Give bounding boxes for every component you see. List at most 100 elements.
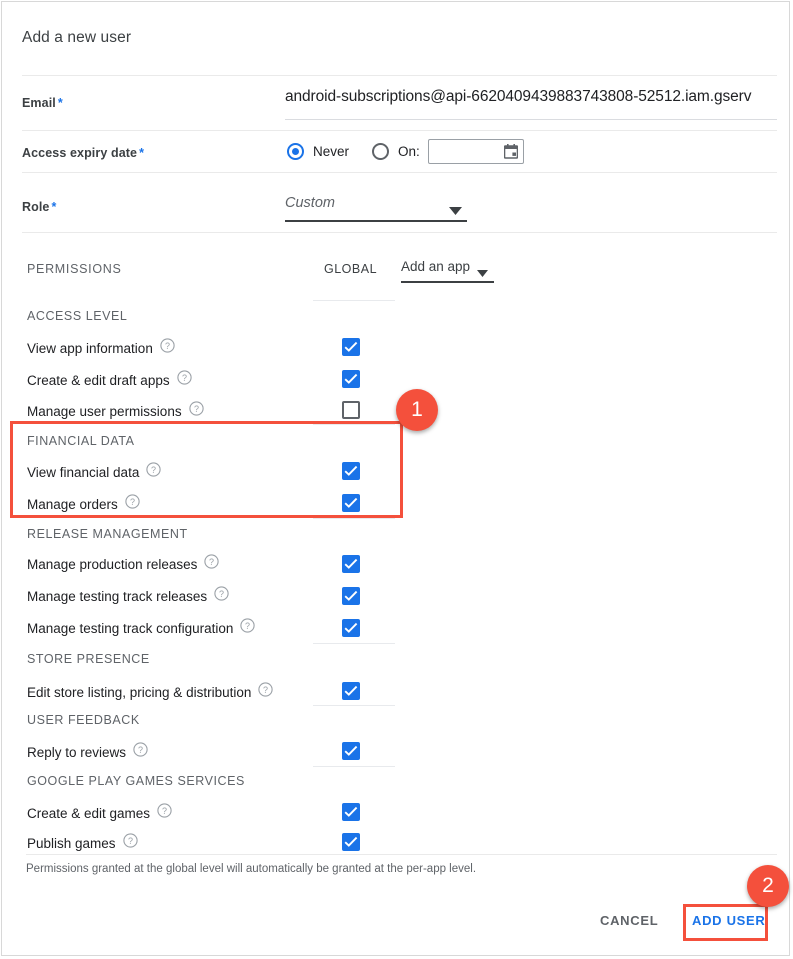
email-input[interactable]: android-subscriptions@api-66204094398837… <box>285 88 785 116</box>
help-circle-icon[interactable]: ? <box>240 618 256 638</box>
radio-never-label: Never <box>313 144 350 159</box>
checkbox-manage-testing-track-configuration[interactable] <box>342 619 360 637</box>
permission-label: Create & edit games <box>27 805 151 821</box>
help-circle-icon[interactable]: ? <box>176 370 192 390</box>
help-circle-icon[interactable]: ? <box>122 833 138 853</box>
radio-on-label: On: <box>398 144 420 159</box>
divider-role <box>22 232 777 233</box>
role-label-text: Role <box>22 200 50 214</box>
help-circle-icon[interactable]: ? <box>125 494 140 514</box>
cancel-button[interactable]: CANCEL <box>600 913 658 928</box>
chevron-down-icon <box>449 202 462 220</box>
section-caption-store-presence: STORE PRESENCE <box>27 652 150 666</box>
add-user-button[interactable]: ADD USER <box>692 913 766 928</box>
svg-text:?: ? <box>194 404 199 414</box>
divider-email <box>22 130 777 131</box>
permission-row[interactable]: Create & edit draft apps ? <box>27 370 192 390</box>
checkbox-view-app-information[interactable] <box>342 338 360 356</box>
checkbox-manage-orders[interactable] <box>342 494 360 512</box>
column-divider-feedback <box>313 705 395 706</box>
permissions-header: PERMISSIONS <box>27 262 122 276</box>
help-circle-icon[interactable]: ? <box>258 682 274 702</box>
svg-text:?: ? <box>138 745 143 755</box>
access-expiry-label-text: Access expiry date <box>22 146 138 160</box>
permission-row[interactable]: Manage testing track releases ? <box>27 586 229 606</box>
help-circle-icon[interactable]: ? <box>214 586 229 606</box>
add-an-app-label: Add an app <box>401 259 471 274</box>
access-expiry-label: Access expiry date * <box>22 146 144 160</box>
permission-row[interactable]: Manage testing track configuration ? <box>27 618 256 638</box>
permission-label: Edit store listing, pricing & distributi… <box>27 684 252 700</box>
checkbox-manage-user-permissions[interactable] <box>342 401 360 419</box>
help-circle-icon[interactable]: ? <box>157 803 172 823</box>
checkbox-manage-production-releases[interactable] <box>342 555 360 573</box>
permission-row[interactable]: Manage user permissions ? <box>27 401 204 421</box>
svg-text:?: ? <box>151 465 156 475</box>
expiry-date-input[interactable] <box>428 139 524 164</box>
permission-row[interactable]: Publish games ? <box>27 833 138 853</box>
role-selected-value: Custom <box>285 195 335 211</box>
checkbox-reply-to-reviews[interactable] <box>342 742 360 760</box>
column-divider-financial <box>313 424 395 425</box>
checkbox-edit-store-listing[interactable] <box>342 682 360 700</box>
permission-label: Create & edit draft apps <box>27 372 170 388</box>
permission-label: Manage orders <box>27 496 118 512</box>
add-an-app-dropdown[interactable]: Add an app <box>401 258 488 277</box>
permission-label: Reply to reviews <box>27 744 127 760</box>
checkbox-publish-games[interactable] <box>342 833 360 851</box>
svg-text:?: ? <box>182 373 187 383</box>
permission-row[interactable]: Manage production releases ? <box>27 554 220 574</box>
help-circle-icon[interactable]: ? <box>160 338 175 358</box>
permission-label: Manage user permissions <box>27 403 182 419</box>
permission-row[interactable]: View financial data ? <box>27 462 161 482</box>
svg-text:?: ? <box>219 589 224 599</box>
permission-label: Manage testing track releases <box>27 588 208 604</box>
section-caption-google-play-games-services: GOOGLE PLAY GAMES SERVICES <box>27 774 245 788</box>
help-circle-icon[interactable]: ? <box>204 554 220 574</box>
help-circle-icon[interactable]: ? <box>188 401 204 421</box>
permission-label: Publish games <box>27 835 116 851</box>
checkbox-create-edit-games[interactable] <box>342 803 360 821</box>
radio-on[interactable]: On: <box>372 143 420 160</box>
role-select[interactable]: Custom <box>285 195 467 221</box>
role-label: Role * <box>22 200 56 214</box>
permissions-footnote: Permissions granted at the global level … <box>26 863 477 875</box>
help-circle-icon[interactable]: ? <box>146 462 161 482</box>
add-an-app-underline <box>401 281 494 283</box>
permission-row[interactable]: Reply to reviews ? <box>27 742 148 762</box>
divider-footnote <box>26 854 777 855</box>
svg-text:?: ? <box>209 557 214 567</box>
permission-row[interactable]: Create & edit games ? <box>27 803 172 823</box>
column-divider-release <box>313 518 395 519</box>
svg-text:?: ? <box>263 685 268 695</box>
permission-label: View app information <box>27 340 153 356</box>
checkbox-manage-testing-track-releases[interactable] <box>342 587 360 605</box>
checkbox-view-financial-data[interactable] <box>342 462 360 480</box>
email-label: Email * <box>22 96 63 110</box>
svg-text:?: ? <box>162 806 167 816</box>
section-caption-user-feedback: USER FEEDBACK <box>27 713 140 727</box>
permission-row[interactable]: Edit store listing, pricing & distributi… <box>27 682 274 702</box>
svg-text:?: ? <box>245 621 250 631</box>
add-user-dialog: Add a new user Email * android-subscripti… <box>1 1 790 956</box>
email-label-text: Email <box>22 96 56 110</box>
calendar-icon[interactable] <box>503 144 519 159</box>
radio-never[interactable]: Never <box>287 143 349 160</box>
chevron-down-icon <box>477 264 488 282</box>
radio-never-indicator <box>287 143 304 160</box>
permission-row[interactable]: Manage orders ? <box>27 494 140 514</box>
help-circle-icon[interactable]: ? <box>133 742 148 762</box>
access-expiry-required-marker: * <box>139 146 145 160</box>
permission-row[interactable]: View app information ? <box>27 338 175 358</box>
svg-text:?: ? <box>128 836 133 846</box>
dialog-title: Add a new user <box>22 29 132 46</box>
permission-label: Manage production releases <box>27 556 198 572</box>
section-caption-access-level: ACCESS LEVEL <box>27 309 128 323</box>
screenshot-root: Add a new user Email * android-subscripti… <box>0 0 793 959</box>
email-value: android-subscriptions@api-66204094398837… <box>285 88 752 105</box>
checkbox-create-edit-draft-apps[interactable] <box>342 370 360 388</box>
global-column-header: GLOBAL <box>324 262 378 276</box>
divider-access-expiry <box>22 172 777 173</box>
email-required-marker: * <box>57 96 63 110</box>
role-required-marker: * <box>51 200 57 214</box>
